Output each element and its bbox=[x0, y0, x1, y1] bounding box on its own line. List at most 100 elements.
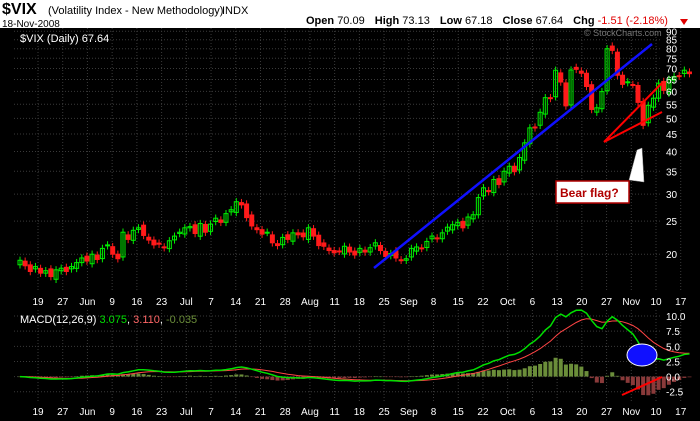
macd-x-tick-label: 27 bbox=[57, 407, 69, 418]
histogram-bar bbox=[558, 358, 563, 377]
macd-x-tick-label: 14 bbox=[230, 407, 242, 418]
histogram-bar bbox=[270, 376, 275, 381]
candle-body bbox=[295, 232, 301, 236]
candle-body bbox=[105, 244, 111, 247]
macd-x-tick-label: 6 bbox=[530, 407, 536, 418]
price-x-tick-label: 28 bbox=[280, 297, 292, 308]
histogram-bar bbox=[553, 357, 558, 377]
macd-x-tick-label: 28 bbox=[280, 407, 292, 418]
candle-body bbox=[486, 190, 492, 193]
price-x-tick-label: Jul bbox=[180, 297, 193, 308]
histogram-bar bbox=[249, 376, 254, 378]
histogram-bar bbox=[198, 375, 203, 377]
macd-legend-signal: 3.110 bbox=[133, 314, 160, 326]
price-x-tick-label: Sep bbox=[400, 297, 418, 308]
candle-body bbox=[161, 246, 167, 249]
candle-body bbox=[275, 243, 280, 247]
candle-body bbox=[563, 82, 569, 107]
candle-body bbox=[362, 249, 368, 253]
histogram-bar bbox=[229, 375, 234, 377]
histogram-bar bbox=[548, 361, 553, 377]
macd-x-tick-label: 21 bbox=[255, 407, 267, 418]
macd-x-tick-label: 19 bbox=[32, 407, 44, 418]
macd-tick-label: -2.5 bbox=[666, 388, 684, 399]
histogram-bar bbox=[522, 368, 527, 377]
macd-x-tick-label: 15 bbox=[453, 407, 465, 418]
histogram-bar bbox=[393, 376, 398, 378]
price-x-tick-label: 9 bbox=[109, 297, 115, 308]
histogram-bar bbox=[363, 376, 368, 378]
candle-body bbox=[285, 234, 291, 240]
macd-legend-hist: -0.035 bbox=[166, 314, 197, 326]
price-x-tick-label: 7 bbox=[208, 297, 214, 308]
macd-x-tick-label: Oct bbox=[500, 407, 516, 418]
macd-x-tick-label: 16 bbox=[131, 407, 143, 418]
candle-body bbox=[589, 84, 595, 110]
price-x-tick-label: Aug bbox=[301, 297, 319, 308]
price-x-tick-label: Oct bbox=[500, 297, 516, 308]
candle-body bbox=[300, 232, 306, 238]
macd-x-tick-label: 9 bbox=[109, 407, 115, 418]
histogram-bar bbox=[378, 376, 383, 378]
histogram-bar bbox=[193, 376, 198, 377]
candle-body bbox=[352, 250, 358, 256]
candle-body bbox=[48, 268, 54, 278]
macd-x-tick-label: 25 bbox=[379, 407, 391, 418]
candle-body bbox=[687, 71, 692, 75]
candle-body bbox=[630, 83, 636, 86]
macd-x-axis-bg bbox=[0, 402, 700, 421]
price-x-tick-label: 11 bbox=[329, 297, 340, 308]
chart-page: { "header": { "symbol": "$VIX", "descrip… bbox=[0, 0, 700, 421]
candle-body bbox=[635, 84, 641, 103]
candle-body bbox=[383, 250, 389, 257]
candle-body bbox=[419, 247, 425, 250]
candle-body bbox=[110, 246, 116, 255]
bear-flag-label: Bear flag? bbox=[560, 186, 619, 200]
histogram-bar bbox=[579, 366, 584, 377]
macd-x-tick-label: 13 bbox=[552, 407, 564, 418]
histogram-bar bbox=[605, 375, 610, 377]
price-legend: $VIX (Daily) 67.64 bbox=[20, 33, 109, 45]
macd-x-tick-label: 18 bbox=[354, 407, 366, 418]
candle-body bbox=[156, 242, 162, 245]
histogram-bar bbox=[162, 376, 167, 378]
histogram-bar bbox=[146, 374, 151, 377]
histogram-bar bbox=[589, 376, 594, 379]
histogram-bar bbox=[213, 375, 218, 377]
candle-body bbox=[378, 245, 383, 252]
histogram-bar bbox=[630, 376, 635, 386]
candle-body bbox=[460, 220, 466, 229]
candle-body bbox=[22, 260, 28, 267]
macd-tick-label: 2.5 bbox=[666, 357, 680, 368]
price-x-tick-label: 14 bbox=[230, 297, 242, 308]
candle-body bbox=[558, 72, 564, 83]
candle-body bbox=[202, 223, 208, 233]
candle-body bbox=[398, 259, 404, 262]
price-x-tick-label: 20 bbox=[576, 297, 588, 308]
candle-body bbox=[63, 266, 69, 272]
candle-body bbox=[259, 229, 265, 235]
histogram-bar bbox=[496, 370, 501, 377]
price-tick-label: 35 bbox=[666, 167, 678, 178]
price-x-tick-label: 27 bbox=[57, 297, 69, 308]
histogram-bar bbox=[136, 373, 141, 377]
candle-body bbox=[336, 250, 342, 253]
price-tick-label: 50 bbox=[666, 114, 678, 125]
histogram-bar bbox=[625, 376, 630, 383]
histogram-bar bbox=[419, 375, 424, 377]
candle-body bbox=[218, 219, 224, 223]
histogram-bar bbox=[373, 376, 378, 378]
price-x-tick-label: 16 bbox=[131, 297, 143, 308]
macd-x-tick-label: 7 bbox=[208, 407, 214, 418]
macd-x-tick-label: Nov bbox=[622, 407, 640, 418]
watermark: © StockCharts.com bbox=[584, 28, 662, 38]
histogram-bar bbox=[399, 376, 404, 378]
candle-body bbox=[311, 228, 317, 237]
histogram-bar bbox=[239, 374, 244, 377]
histogram-bar bbox=[368, 376, 373, 378]
price-tick-label: 25 bbox=[666, 217, 678, 228]
histogram-bar bbox=[615, 375, 620, 377]
price-x-tick-label: 17 bbox=[675, 297, 687, 308]
histogram-bar bbox=[182, 376, 187, 377]
histogram-bar bbox=[610, 372, 615, 377]
